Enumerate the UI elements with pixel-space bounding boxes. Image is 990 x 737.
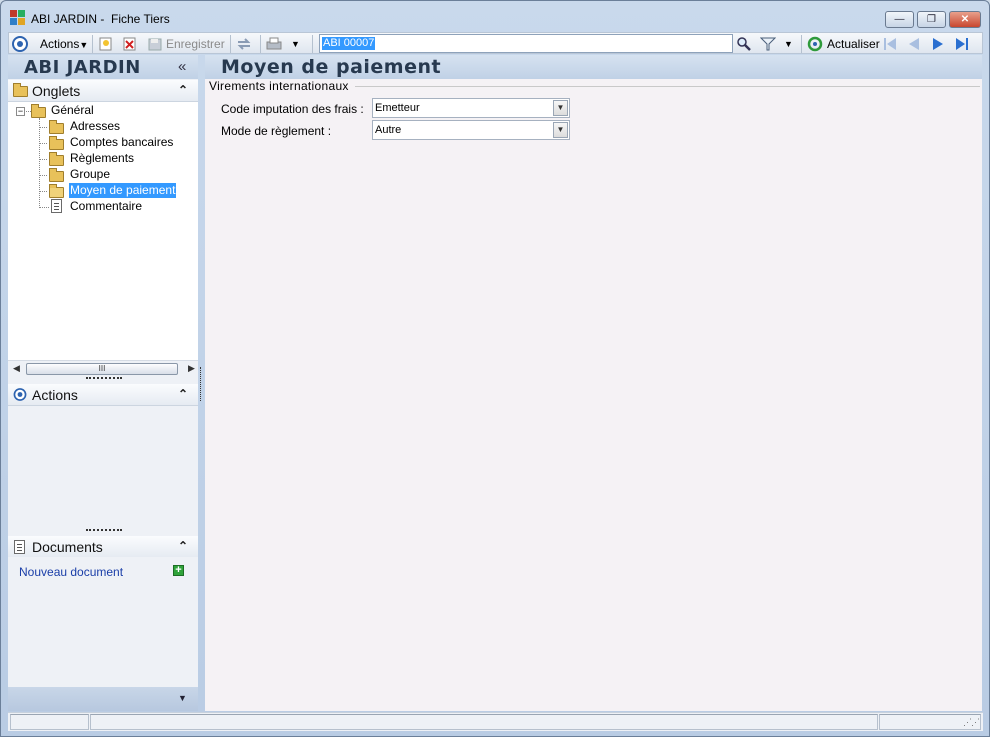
app-window: ABI JARDIN - Fiche Tiers — ❐ ✕ Actions▼ … [0, 0, 990, 737]
page-header: Moyen de paiement [205, 55, 982, 79]
code-imputation-label: Code imputation des frais : [221, 102, 364, 116]
scroll-right-icon[interactable]: ▶ [188, 363, 195, 374]
filter-icon[interactable] [760, 36, 776, 52]
onglets-tree: − Général Adresses Comptes bancaires Règ… [8, 102, 198, 360]
mode-reglement-select[interactable]: Autre ▼ [372, 120, 570, 140]
folder-icon [49, 136, 64, 150]
page-title: Moyen de paiement [221, 56, 442, 78]
tree-item-commentaire[interactable]: Commentaire [70, 199, 142, 214]
onglets-title: Onglets [32, 83, 81, 99]
splitter-grip[interactable] [86, 377, 122, 380]
close-button[interactable]: ✕ [949, 11, 981, 28]
filter-dropdown-icon[interactable]: ▼ [784, 36, 793, 52]
search-value: ABI 00007 [322, 37, 376, 50]
group-divider [355, 86, 980, 87]
sync-icon[interactable] [236, 36, 252, 52]
title-bar: ABI JARDIN - Fiche Tiers — ❐ ✕ [1, 1, 989, 31]
document-icon [51, 199, 62, 213]
search-icon[interactable] [736, 36, 752, 52]
new-icon[interactable] [98, 36, 114, 52]
folder-icon [31, 104, 46, 118]
open-folder-icon [49, 184, 64, 198]
add-icon[interactable]: + [173, 565, 184, 576]
restore-button[interactable]: ❐ [917, 11, 946, 28]
mode-reglement-label: Mode de règlement : [221, 124, 332, 138]
toolbar: Actions▼ Enregistrer ▼ ABI 00007 ▼ Actua… [8, 32, 983, 54]
save-icon [148, 38, 162, 51]
main-content: Moyen de paiement Virements internationa… [205, 55, 982, 711]
document-icon [13, 540, 27, 554]
chevron-up-icon[interactable]: ⌃ [178, 539, 188, 553]
next-icon[interactable] [930, 36, 946, 52]
last-icon[interactable] [954, 36, 970, 52]
chevron-up-icon[interactable]: ⌃ [178, 387, 188, 401]
actions-title: Actions [32, 387, 78, 403]
tree-item-comptes-bancaires[interactable]: Comptes bancaires [70, 135, 173, 150]
prev-icon[interactable] [906, 36, 922, 52]
app-name: ABI JARDIN - [31, 12, 105, 26]
target-icon [12, 36, 28, 52]
mode-reglement-value: Autre [375, 124, 402, 136]
minimize-button[interactable]: — [885, 11, 914, 28]
documents-panel: Nouveau document + [8, 557, 198, 687]
window-title: ABI JARDIN - Fiche Tiers [31, 12, 170, 26]
panel-footer: ▼ [8, 687, 198, 711]
collapse-node-icon[interactable]: − [16, 107, 25, 116]
company-name: ABI JARDIN [24, 57, 141, 78]
onglets-header[interactable]: Onglets ⌃ [8, 80, 198, 102]
status-cell [10, 714, 89, 730]
status-bar: ⋰⋰ [8, 712, 983, 731]
documents-title: Documents [32, 539, 103, 555]
folder-icon [49, 152, 64, 166]
collapse-panel-icon[interactable]: « [178, 58, 186, 75]
chevron-down-icon[interactable]: ▼ [553, 100, 568, 116]
new-document-link[interactable]: Nouveau document [19, 565, 123, 579]
search-input[interactable]: ABI 00007 [319, 34, 733, 53]
vertical-splitter[interactable] [200, 367, 201, 401]
code-imputation-value: Emetteur [375, 102, 420, 114]
scroll-thumb[interactable]: III [26, 363, 178, 375]
splitter-grip[interactable] [86, 529, 122, 532]
chevron-up-icon[interactable]: ⌃ [178, 83, 188, 97]
tree-item-moyen-de-paiement[interactable]: Moyen de paiement [69, 183, 177, 198]
delete-icon[interactable] [122, 36, 138, 52]
left-panel: ABI JARDIN « Onglets ⌃ − Général Adresse… [8, 55, 198, 711]
print-dropdown-icon[interactable]: ▼ [291, 36, 300, 52]
tree-item-general[interactable]: Général [51, 103, 94, 118]
resize-grip-icon[interactable]: ⋰⋰ [963, 717, 980, 728]
tree-item-groupe[interactable]: Groupe [70, 167, 110, 182]
actions-header[interactable]: Actions ⌃ [8, 384, 198, 406]
actions-menu-button[interactable]: Actions▼ [40, 36, 88, 52]
print-icon[interactable] [266, 36, 282, 52]
refresh-icon[interactable] [807, 36, 823, 52]
folder-icon [13, 83, 28, 97]
first-icon[interactable] [882, 36, 898, 52]
document-title: Fiche Tiers [111, 12, 170, 26]
tree-item-adresses[interactable]: Adresses [70, 119, 120, 134]
folder-icon [49, 168, 64, 182]
code-imputation-select[interactable]: Emetteur ▼ [372, 98, 570, 118]
group-title: Virements internationaux [209, 79, 353, 93]
target-icon [13, 388, 27, 401]
tree-horizontal-scrollbar[interactable]: ◀ III ▶ [8, 360, 198, 376]
chevron-down-icon[interactable]: ▼ [553, 122, 568, 138]
save-button[interactable]: Enregistrer [166, 36, 225, 52]
status-cell [90, 714, 878, 730]
tree-item-reglements[interactable]: Règlements [70, 151, 134, 166]
app-icon [10, 10, 26, 26]
scroll-left-icon[interactable]: ◀ [13, 363, 20, 374]
actions-panel [8, 407, 198, 531]
documents-header[interactable]: Documents ⌃ [8, 536, 198, 558]
folder-icon [49, 120, 64, 134]
refresh-button[interactable]: Actualiser [827, 36, 880, 52]
company-header: ABI JARDIN « [8, 55, 198, 79]
chevron-down-icon[interactable]: ▼ [178, 693, 187, 703]
